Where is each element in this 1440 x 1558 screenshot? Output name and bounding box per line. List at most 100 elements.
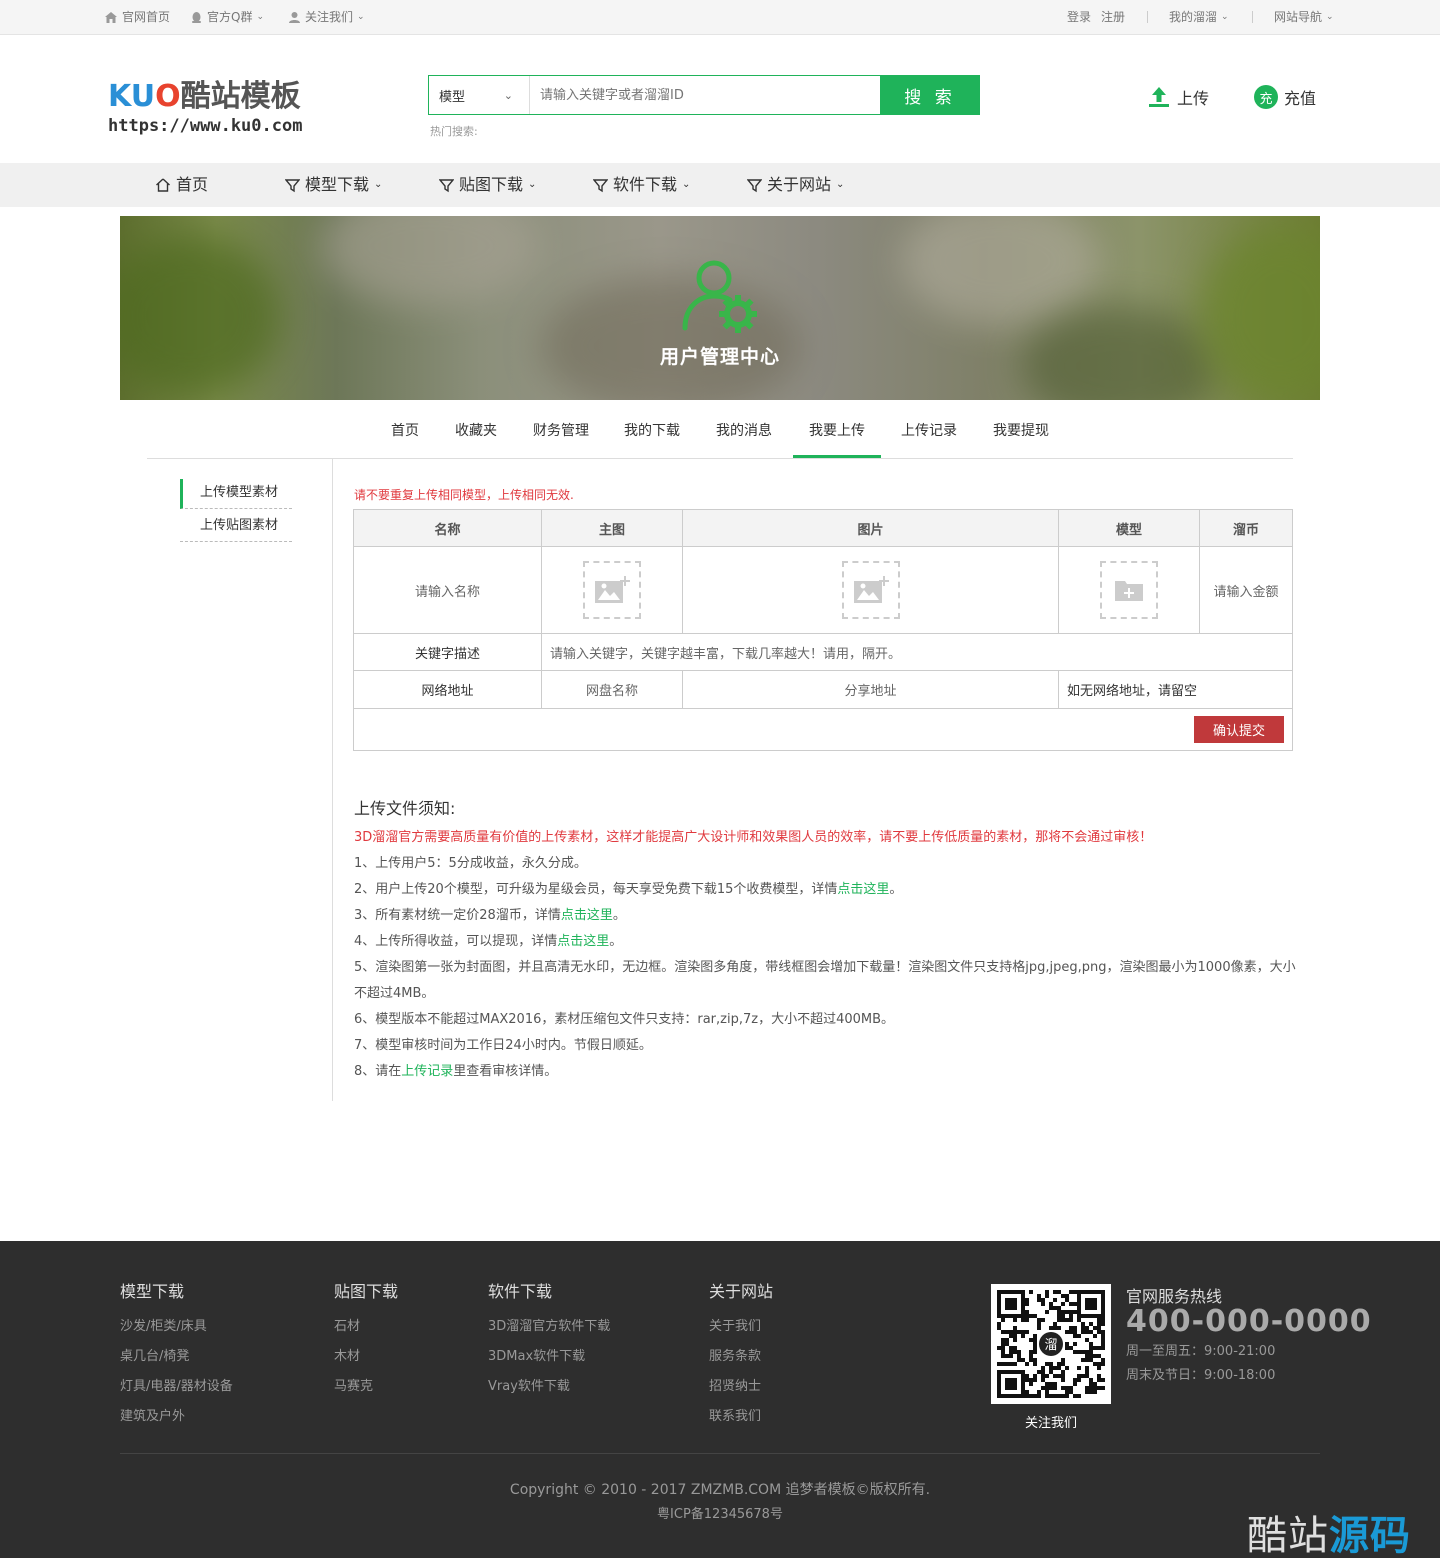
tab-upload-records[interactable]: 上传记录 [898,410,960,458]
footer-link[interactable]: 建筑及户外 [120,1402,233,1432]
col-coins-header: 溜币 [1200,510,1292,547]
details-link[interactable]: 点击这里 [557,934,609,949]
search-category-select[interactable]: 模型 ⌄ [429,76,530,114]
notice-item: 2、用户上传20个模型，可升级为星级会员，每天享受免费下载15个收费模型，详情点… [354,882,903,897]
chevron-down-icon: ⌄ [836,179,845,190]
chevron-down-icon: ⌄ [1326,12,1334,22]
notice-item: 4、上传所得收益，可以提现，详情点击这里。 [354,934,623,949]
nav-textures[interactable]: 贴图下载 ⌄ [439,163,536,207]
cover-cell [542,547,683,634]
upload-icon [1149,87,1169,107]
qr-caption: 关注我们 [1024,1416,1077,1431]
net-disk-name-input[interactable]: 网盘名称 [542,671,683,709]
service-hours-weekday: 周一至周五：9:00-21:00 [1126,1344,1276,1359]
submit-button[interactable]: 确认提交 [1194,716,1284,743]
qr-code-image: 溜 [997,1290,1105,1398]
login-link[interactable]: 登录 [1067,0,1091,34]
service-hours-weekend: 周末及节日：9:00-18:00 [1126,1368,1276,1383]
footer-link[interactable]: Vray软件下载 [488,1372,610,1402]
user-center-tabs: 首页 收藏夹 财务管理 我的下载 我的消息 我要上传 上传记录 我要提现 [147,410,1293,459]
footer-link[interactable]: 马赛克 [334,1372,398,1402]
footer-link[interactable]: 联系我们 [709,1402,773,1432]
footer-link[interactable]: 3D溜溜官方软件下载 [488,1312,610,1342]
footer-link[interactable]: 关于我们 [709,1312,773,1342]
notice-title: 上传文件须知: [354,799,456,818]
col-images-header: 图片 [683,510,1059,547]
model-file-upload[interactable] [1100,561,1158,619]
header: KUO酷站模板 https://www.ku0.com 模型 ⌄ 搜 索 热门搜… [0,35,1440,163]
notice-item: 6、模型版本不能超过MAX2016，素材压缩包文件只支持：rar,zip,7z，… [354,1012,895,1027]
notice-item: 8、请在上传记录里查看审核详情。 [354,1064,558,1079]
footer-col-title: 模型下载 [120,1282,185,1301]
nav-models[interactable]: 模型下载 ⌄ [285,163,382,207]
tab-downloads[interactable]: 我的下载 [621,410,683,458]
sidebar-item-upload-model[interactable]: 上传模型素材 [180,479,292,509]
notice-intro: 3D溜溜官方需要高质量有价值的上传素材，这样才能提高广大设计师和效果图人员的效率… [354,830,1153,845]
search-button[interactable]: 搜 索 [880,75,980,115]
footer-link[interactable]: 木材 [334,1342,398,1372]
notice-item: 7、模型审核时间为工作日24小时内。节假日顺延。 [354,1038,652,1053]
footer-link[interactable]: 石材 [334,1312,398,1342]
nav-about[interactable]: 关于网站 ⌄ [747,163,844,207]
filter-icon [439,178,454,192]
footer-link[interactable]: 沙发/柜类/床具 [120,1312,233,1342]
sidebar-item-upload-texture[interactable]: 上传贴图素材 [180,512,292,542]
recharge-button[interactable]: 充 充值 [1254,85,1316,109]
price-input[interactable]: 请输入金额 [1200,547,1292,634]
upload-notice: 上传文件须知: 3D溜溜官方需要高质量有价值的上传素材，这样才能提高广大设计师和… [354,795,1304,1085]
chevron-down-icon: ⌄ [1221,12,1229,22]
footer-col-models: 模型下载 沙发/柜类/床具 桌几台/椅凳 灯具/电器/器材设备 建筑及户外 [120,1282,233,1432]
tab-upload[interactable]: 我要上传 [793,410,881,458]
qr-code: 溜 [991,1284,1111,1404]
search-input[interactable] [530,76,880,114]
user-settings-icon [682,260,757,333]
footer-link[interactable]: 招贤纳士 [709,1372,773,1402]
filter-icon [285,178,300,192]
net-address-hint: 如无网络地址，请留空 [1059,671,1292,709]
details-link[interactable]: 点击这里 [561,908,613,923]
tab-home[interactable]: 首页 [379,410,431,458]
filter-icon [593,178,608,192]
logo-url: https://www.ku0.com [108,116,303,136]
footer-link[interactable]: 3DMax软件下载 [488,1342,610,1372]
top-bar: 官网首页 官方Q群 ⌄ 关注我们 ⌄ 登录 注册 我的溜溜 ⌄ 网站导航 ⌄ [0,0,1440,35]
share-url-input[interactable]: 分享地址 [683,671,1059,709]
footer-link[interactable]: 服务条款 [709,1342,773,1372]
nav-home[interactable]: 首页 [155,163,208,207]
name-input[interactable]: 请输入名称 [354,547,542,634]
net-address-label: 网络地址 [354,671,542,709]
chevron-down-icon: ⌄ [256,12,264,22]
gallery-image-upload[interactable] [841,561,900,619]
tab-withdraw[interactable]: 我要提现 [990,410,1052,458]
add-image-icon [595,576,630,603]
cover-image-upload[interactable] [583,561,641,619]
tab-favorites[interactable]: 收藏夹 [449,410,503,458]
recharge-icon: 充 [1254,85,1278,109]
keyword-input[interactable]: 请输入关键字，关键字越丰富，下载几率越大！请用，隔开。 [542,634,1292,671]
my-account-menu[interactable]: 我的溜溜 ⌄ [1169,0,1229,34]
chevron-down-icon: ⌄ [503,88,513,102]
home-icon [156,178,170,192]
user-icon [289,11,300,23]
site-logo[interactable]: KUO酷站模板 https://www.ku0.com [108,81,308,137]
nav-software[interactable]: 软件下载 ⌄ [593,163,690,207]
footer-link[interactable]: 桌几台/椅凳 [120,1342,233,1372]
images-cell [683,547,1059,634]
tab-messages[interactable]: 我的消息 [713,410,775,458]
notice-item: 3、所有素材统一定价28溜币，详情点击这里。 [354,908,626,923]
upload-button[interactable]: 上传 [1147,85,1209,109]
keyword-label: 关键字描述 [354,634,542,671]
hotline-number: 400-000-0000 [1126,1304,1372,1339]
official-home-link[interactable]: 官网首页 [104,0,170,34]
details-link[interactable]: 点击这里 [837,882,889,897]
follow-us-link[interactable]: 关注我们 ⌄ [288,0,365,34]
site-nav-menu[interactable]: 网站导航 ⌄ [1274,0,1334,34]
tab-finance[interactable]: 财务管理 [530,410,592,458]
register-link[interactable]: 注册 [1101,0,1125,34]
footer-col-about: 关于网站 关于我们 服务条款 招贤纳士 联系我们 [709,1282,773,1432]
upload-records-link[interactable]: 上传记录 [401,1064,453,1079]
footer-link[interactable]: 灯具/电器/器材设备 [120,1372,233,1402]
footer-col-textures: 贴图下载 石材 木材 马赛克 [334,1282,398,1402]
qq-group-link[interactable]: 官方Q群 ⌄ [190,0,264,34]
divider [1252,11,1253,23]
